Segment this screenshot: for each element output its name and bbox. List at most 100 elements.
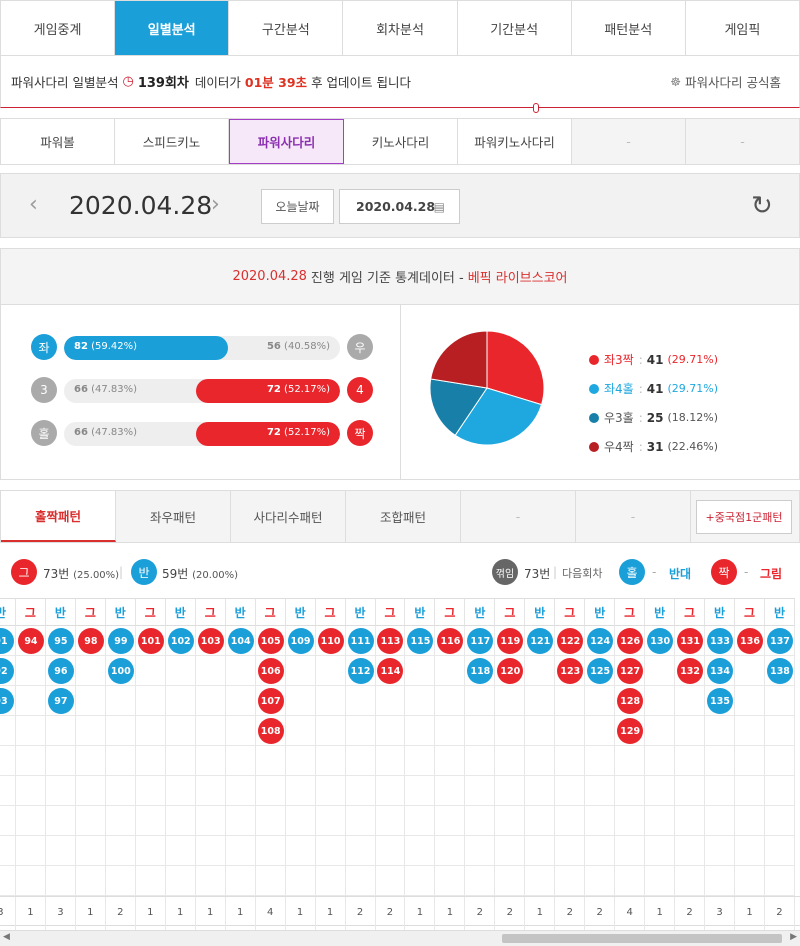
legend-name: 우4짝: [604, 440, 634, 454]
column-count: 1: [76, 897, 106, 927]
grid-cell: [405, 716, 436, 746]
grid-cell: [525, 686, 556, 716]
today-button[interactable]: 오늘날짜: [261, 189, 334, 224]
tab-section[interactable]: 구간분석: [229, 1, 344, 55]
grid-cell: [435, 716, 466, 746]
column-count: 1: [16, 897, 46, 927]
column-count: 1: [166, 897, 196, 927]
pattern-tab-leftright[interactable]: 좌우패턴: [116, 491, 231, 542]
grid-cell: [165, 776, 196, 806]
column-count: 3: [46, 897, 76, 927]
stat-left-value: 66 (47.83%): [74, 427, 137, 438]
grid-cell: [585, 686, 616, 716]
scroll-right-icon[interactable]: ▶: [790, 932, 797, 942]
stats-header-source: 베픽 라이브스코어: [467, 271, 568, 286]
grid-cell: [465, 776, 496, 806]
tab-round[interactable]: 회차분석: [343, 1, 458, 55]
grid-cell: [435, 656, 466, 686]
game-tab-powerladder[interactable]: 파워사다리: [229, 119, 344, 164]
grid-header: 그: [135, 598, 166, 626]
grid-cell: [645, 806, 676, 836]
column-count: 1: [286, 897, 316, 927]
result-ball: 111: [347, 628, 374, 654]
column-count: 1: [196, 897, 226, 927]
game-tab-powerball[interactable]: 파워볼: [1, 119, 115, 164]
grid-header: 그: [15, 598, 46, 626]
result-ball: 95: [47, 628, 74, 654]
grid-cell: [255, 806, 286, 836]
grid-cell: [405, 746, 436, 776]
pie-legend-item: 우3홀:25 (18.12%): [589, 403, 718, 432]
grid-cell: [225, 686, 256, 716]
grid-cell: [705, 866, 736, 896]
grid-header: 그: [435, 598, 466, 626]
grid-cell: [495, 716, 526, 746]
horizontal-scrollbar[interactable]: ◀ ▶: [0, 930, 800, 946]
grid-cell: [105, 866, 136, 896]
pattern-tab-combo[interactable]: 조합패턴: [346, 491, 461, 542]
grid-cell: [0, 836, 16, 866]
grid-cell: [15, 656, 46, 686]
grid-cell: [525, 716, 556, 746]
game-tab-empty-2: -: [686, 119, 799, 164]
scroll-thumb[interactable]: [502, 934, 782, 943]
stat-right-pct: (52.17%): [280, 427, 330, 438]
grid-cell: [765, 716, 795, 746]
tab-gamepick[interactable]: 게임픽: [686, 1, 799, 55]
grid-cell: [525, 836, 556, 866]
grid-cell: [345, 746, 376, 776]
legend-name: 좌4홀: [604, 382, 634, 396]
grid-cell: [675, 836, 706, 866]
scroll-left-icon[interactable]: ◀: [3, 932, 10, 942]
refresh-icon[interactable]: ↻: [751, 192, 773, 220]
stat-right-pct: (40.58%): [280, 341, 330, 352]
grid-cell: [555, 866, 586, 896]
pattern-tab-laddercount[interactable]: 사다리수패턴: [231, 491, 346, 542]
grid-cell: [135, 716, 166, 746]
result-ball: 133: [707, 628, 734, 654]
game-tab-speedkeno[interactable]: 스피드키노: [115, 119, 229, 164]
grid-cell: [435, 746, 466, 776]
next-round-label: 다음회차: [562, 567, 603, 580]
grid-cell: [15, 866, 46, 896]
chevron-right-icon[interactable]: ›: [211, 192, 220, 217]
game-tab-kenoladder[interactable]: 키노사다리: [344, 119, 458, 164]
legend-divider: |: [119, 565, 124, 579]
column-count: 1: [435, 897, 466, 927]
grid-cell: [345, 806, 376, 836]
date-input[interactable]: 2020.04.28 ▤: [339, 189, 460, 224]
stat-left-value: 82 (59.42%): [74, 341, 137, 352]
tab-live[interactable]: 게임중계: [1, 1, 116, 55]
grid-cell: [315, 806, 346, 836]
legend-count: 41: [646, 381, 664, 396]
chevron-left-icon[interactable]: ‹: [29, 192, 38, 217]
result-ball: 128: [617, 688, 644, 714]
china-pattern-button[interactable]: +중국점1군패턴: [696, 500, 792, 534]
official-home-link[interactable]: ☸ 파워사다리 공식홈: [670, 72, 781, 91]
grid-cell: [135, 866, 166, 896]
game-tab-powerkenoladder[interactable]: 파워키노사다리: [458, 119, 572, 164]
legend-count: 31: [646, 439, 664, 454]
result-ball: 138: [767, 658, 793, 684]
legend-dot: [589, 412, 599, 423]
grid-cell: [375, 806, 406, 836]
tab-daily[interactable]: 일별분석: [115, 1, 230, 55]
column-count: 4: [615, 897, 646, 927]
tab-period[interactable]: 기간분석: [458, 1, 572, 55]
legend-pct: (29.71%): [667, 382, 718, 395]
game-tab-empty-1: -: [572, 119, 686, 164]
result-ball: 98: [77, 628, 104, 654]
grid-cell: [675, 746, 706, 776]
grid-cell: [315, 746, 346, 776]
column-count: 2: [376, 897, 406, 927]
grid-cell: [375, 836, 406, 866]
calendar-icon[interactable]: ▤: [434, 200, 445, 214]
grid-cell: [105, 686, 136, 716]
grid-cell: [495, 776, 526, 806]
grid-cell: [615, 836, 646, 866]
grid-cell: [105, 776, 136, 806]
pattern-tab-oddeven[interactable]: 홀짝패턴: [1, 491, 116, 542]
grid-cell: [645, 776, 676, 806]
tab-pattern[interactable]: 패턴분석: [572, 1, 686, 55]
grid-cell: [345, 776, 376, 806]
